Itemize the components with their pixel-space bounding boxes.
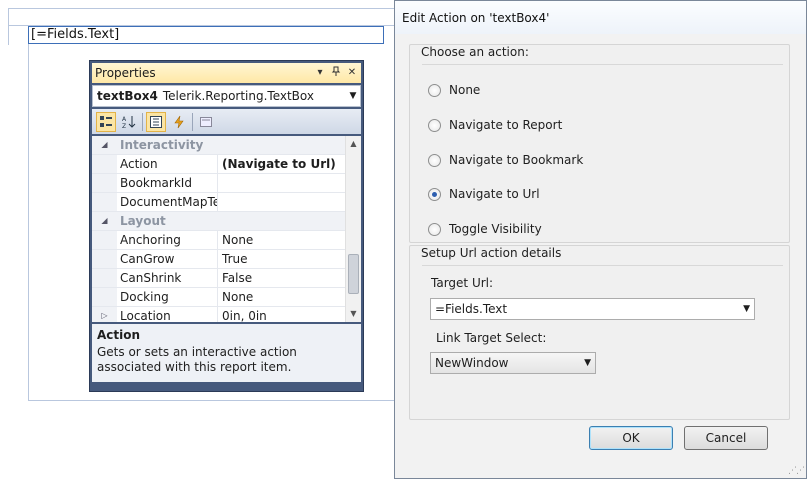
section-guide-line [8, 8, 9, 45]
radio-option-none[interactable]: None [428, 83, 480, 97]
property-row-canshrink[interactable]: CanShrink False [92, 269, 361, 288]
radio-button[interactable] [428, 118, 441, 132]
url-details-group: Setup Url action details Target Url: =Fi… [409, 245, 790, 420]
radio-label: Navigate to Url [449, 187, 540, 201]
property-row-documentmaptext[interactable]: DocumentMapText [92, 193, 361, 212]
radio-label: Navigate to Bookmark [449, 153, 584, 167]
radio-button[interactable] [428, 222, 441, 236]
toolbar-separator [142, 112, 143, 131]
property-row-anchoring[interactable]: Anchoring None [92, 231, 361, 250]
object-type: Telerik.Reporting.TextBox [162, 89, 314, 103]
property-value[interactable]: 0in, 0in [218, 307, 361, 322]
scrollbar-thumb[interactable] [348, 254, 359, 294]
radio-option-toggle-visibility[interactable]: Toggle Visibility [428, 222, 542, 236]
category-row-interactivity[interactable]: ◢ Interactivity [92, 136, 361, 155]
dialog-body: Choose an action: None Navigate to Repor… [401, 34, 800, 472]
ok-button[interactable]: OK [589, 426, 673, 450]
properties-window: Properties ▾ ✕ textBox4 Telerik.Reportin… [89, 60, 364, 392]
radio-label: None [449, 83, 481, 97]
scroll-up-icon[interactable]: ▲ [346, 136, 361, 152]
property-value[interactable] [218, 193, 361, 211]
cancel-button[interactable]: Cancel [684, 426, 768, 450]
auto-hide-pin-icon[interactable] [329, 66, 343, 80]
chevron-down-icon[interactable]: ▼ [584, 353, 591, 373]
edit-action-dialog: Edit Action on 'textBox4' Choose an acti… [394, 0, 807, 479]
object-name: textBox4 [97, 89, 158, 103]
link-target-value: NewWindow [435, 356, 509, 370]
property-pages-button[interactable] [196, 112, 216, 132]
property-row-location[interactable]: ▷ Location 0in, 0in [92, 307, 361, 322]
property-name: CanGrow [117, 250, 218, 268]
property-row-docking[interactable]: Docking None [92, 288, 361, 307]
radio-label: Navigate to Report [449, 118, 563, 132]
properties-title: Properties [95, 66, 156, 80]
section-guide-line [28, 400, 395, 401]
radio-option-navigate-to-url[interactable]: Navigate to Url [428, 187, 540, 201]
target-url-combo[interactable]: =Fields.Text ▼ [430, 298, 755, 320]
collapse-icon[interactable]: ◢ [92, 136, 117, 154]
object-selector-combo[interactable]: textBox4 Telerik.Reporting.TextBox ▼ [92, 85, 361, 107]
description-title: Action [97, 328, 141, 342]
property-name: Location [117, 307, 218, 322]
property-value[interactable] [218, 174, 361, 192]
property-name: Anchoring [117, 231, 218, 249]
report-designer-surface[interactable]: [=Fields.Text] Properties ▾ ✕ textBox4 T… [0, 0, 395, 479]
window-position-dropdown-icon[interactable]: ▾ [313, 66, 327, 80]
expand-icon[interactable]: ▷ [92, 307, 117, 322]
property-value[interactable]: (Navigate to Url) [218, 155, 361, 173]
toolbar-separator [192, 112, 193, 131]
property-name: CanShrink [117, 269, 218, 287]
section-guide-line [8, 8, 395, 9]
property-row-action[interactable]: Action (Navigate to Url) [92, 155, 361, 174]
alphabetical-view-button[interactable]: AZ [119, 112, 139, 132]
property-value[interactable]: False [218, 269, 361, 287]
properties-titlebar[interactable]: Properties ▾ ✕ [92, 63, 361, 83]
report-textbox[interactable]: [=Fields.Text] [28, 26, 384, 44]
svg-text:A: A [122, 116, 127, 123]
link-target-select[interactable]: NewWindow ▼ [430, 352, 596, 374]
section-guide-line [28, 44, 29, 401]
resize-grip-icon[interactable]: ⋰⋰ [788, 466, 805, 476]
group-divider [422, 64, 783, 65]
property-value[interactable]: True [218, 250, 361, 268]
target-url-label: Target Url: [431, 276, 494, 290]
close-icon[interactable]: ✕ [345, 66, 359, 80]
description-text: Gets or sets an interactive action assoc… [97, 345, 297, 374]
radio-button[interactable] [428, 83, 441, 97]
radio-option-navigate-to-report[interactable]: Navigate to Report [428, 118, 562, 132]
properties-toolbar: AZ [92, 109, 361, 134]
property-description-panel: Action Gets or sets an interactive actio… [92, 324, 361, 382]
property-value[interactable]: None [218, 288, 361, 306]
target-url-value: =Fields.Text [435, 302, 508, 316]
category-row-layout[interactable]: ◢ Layout [92, 212, 361, 231]
chevron-down-icon: ▼ [349, 91, 357, 101]
events-view-button[interactable] [169, 112, 189, 132]
group-divider [422, 265, 783, 266]
categorized-view-button[interactable] [96, 111, 116, 132]
radio-button[interactable] [428, 187, 441, 201]
svg-text:Z: Z [122, 123, 126, 129]
radio-label: Toggle Visibility [449, 222, 542, 236]
group-title: Choose an action: [419, 45, 531, 59]
radio-button[interactable] [428, 153, 441, 167]
property-row-cangrow[interactable]: CanGrow True [92, 250, 361, 269]
radio-option-navigate-to-bookmark[interactable]: Navigate to Bookmark [428, 153, 583, 167]
collapse-icon[interactable]: ◢ [92, 212, 117, 230]
property-name: Action [117, 155, 218, 173]
property-name: BookmarkId [117, 174, 218, 192]
property-name: Docking [117, 288, 218, 306]
property-grid: ◢ Interactivity Action (Navigate to Url)… [92, 136, 361, 322]
group-title: Setup Url action details [419, 246, 564, 260]
dialog-title[interactable]: Edit Action on 'textBox4' [395, 1, 806, 34]
choose-action-group: Choose an action: None Navigate to Repor… [409, 44, 790, 243]
property-value[interactable]: None [218, 231, 361, 249]
link-target-label: Link Target Select: [436, 331, 547, 345]
property-row-bookmarkid[interactable]: BookmarkId [92, 174, 361, 193]
scroll-down-icon[interactable]: ▼ [346, 306, 361, 322]
property-name: DocumentMapText [117, 193, 218, 211]
property-grid-scrollbar[interactable]: ▲ ▼ [345, 136, 361, 322]
properties-view-button[interactable] [146, 111, 166, 132]
chevron-down-icon[interactable]: ▼ [743, 299, 750, 319]
